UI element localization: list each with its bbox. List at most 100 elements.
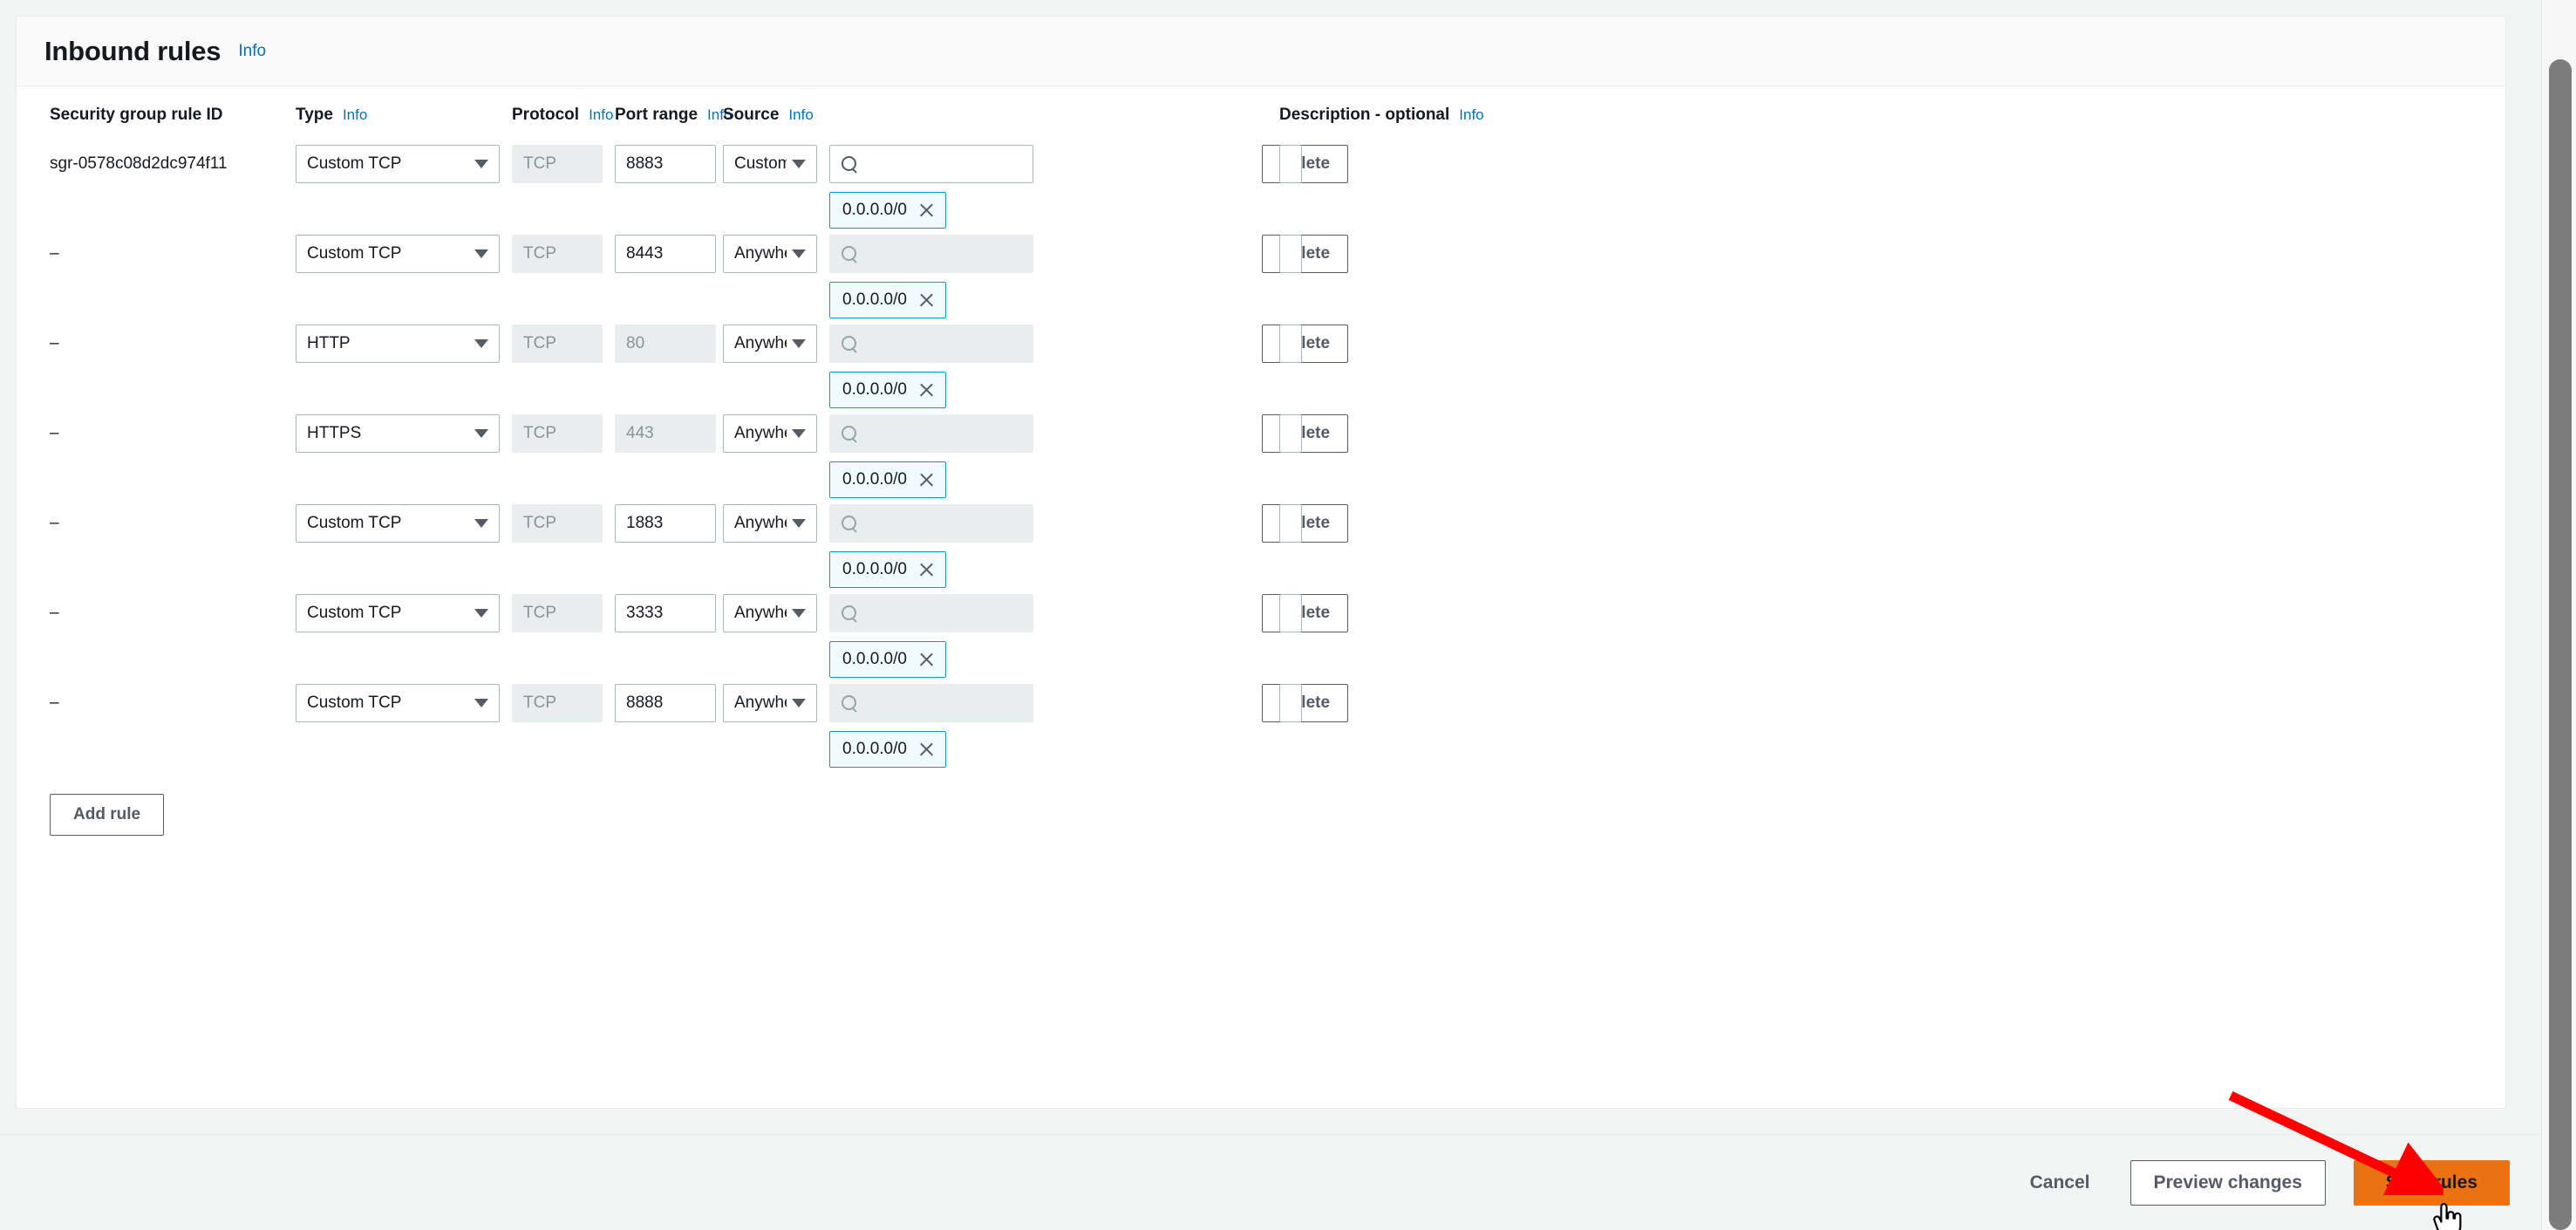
- cell-actions: Delete: [1262, 678, 2505, 722]
- close-icon[interactable]: [917, 471, 935, 489]
- delete-rule-button[interactable]: Delete: [1262, 594, 1349, 632]
- close-icon[interactable]: [917, 202, 935, 219]
- port-range-input[interactable]: 8443: [615, 235, 716, 273]
- cell-type: HTTP: [296, 318, 512, 363]
- search-icon: [841, 605, 859, 623]
- column-header-type: Type Info: [296, 106, 368, 124]
- source-token[interactable]: 0.0.0.0/0: [829, 731, 946, 768]
- description-input[interactable]: [1279, 414, 1302, 453]
- protocol-info-link[interactable]: Info: [589, 106, 613, 124]
- chevron-down-icon: [474, 519, 488, 528]
- description-input[interactable]: [1279, 145, 1302, 183]
- delete-rule-button[interactable]: Delete: [1262, 145, 1349, 183]
- type-select[interactable]: HTTP: [296, 325, 500, 363]
- type-select[interactable]: Custom TCP: [296, 504, 500, 543]
- source-search-input: [829, 414, 1033, 453]
- cell-type: Custom TCP: [296, 498, 512, 543]
- source-search-input: [829, 325, 1033, 363]
- cancel-button[interactable]: Cancel: [2018, 1164, 2102, 1202]
- chevron-down-icon: [792, 519, 806, 528]
- source-select-value: Anywher…: [734, 604, 787, 622]
- source-token[interactable]: 0.0.0.0/0: [829, 282, 946, 318]
- description-input[interactable]: [1279, 504, 1302, 543]
- search-icon: [841, 515, 859, 533]
- close-icon[interactable]: [917, 651, 935, 668]
- type-select[interactable]: HTTPS: [296, 414, 500, 453]
- source-select-value: Anywher…: [734, 424, 787, 442]
- cell-description: [1046, 408, 1302, 453]
- table-row: – Custom TCP TCP 1883 Anywher…: [50, 498, 2505, 588]
- delete-rule-button[interactable]: Delete: [1262, 325, 1349, 363]
- type-select-value: Custom TCP: [307, 694, 402, 712]
- scrollbar-thumb[interactable]: [2549, 59, 2572, 1230]
- close-icon[interactable]: [917, 381, 935, 399]
- close-icon[interactable]: [917, 741, 935, 758]
- chevron-down-icon: [474, 699, 488, 707]
- cell-protocol: TCP: [512, 229, 615, 273]
- source-token-row: 0.0.0.0/0: [829, 372, 1033, 408]
- type-select-value: Custom TCP: [307, 514, 402, 532]
- source-token[interactable]: 0.0.0.0/0: [829, 551, 946, 588]
- rule-id-value: –: [50, 604, 59, 622]
- source-select[interactable]: Anywher…: [723, 594, 817, 632]
- source-token[interactable]: 0.0.0.0/0: [829, 192, 946, 229]
- vertical-scrollbar[interactable]: [2541, 0, 2576, 1230]
- type-select[interactable]: Custom TCP: [296, 684, 500, 722]
- source-token[interactable]: 0.0.0.0/0: [829, 372, 946, 408]
- source-select[interactable]: Anywher…: [723, 235, 817, 273]
- close-icon[interactable]: [917, 291, 935, 309]
- panel-info-link[interactable]: Info: [238, 42, 266, 61]
- description-input[interactable]: [1279, 325, 1302, 363]
- add-rule-button[interactable]: Add rule: [50, 794, 165, 836]
- preview-changes-button[interactable]: Preview changes: [2130, 1159, 2326, 1206]
- port-range-input[interactable]: 1883: [615, 504, 716, 543]
- chevron-down-icon: [792, 249, 806, 258]
- cell-source-select: Custom: [723, 139, 829, 183]
- source-search-input[interactable]: [829, 145, 1033, 183]
- port-range-input: 80: [615, 325, 716, 363]
- delete-rule-button[interactable]: Delete: [1262, 235, 1349, 273]
- add-rule-container: Add rule: [17, 768, 2505, 836]
- source-token-label: 0.0.0.0/0: [842, 290, 907, 309]
- column-header-description: Description - optional Info: [1279, 106, 1484, 124]
- cell-type: Custom TCP: [296, 588, 512, 632]
- delete-rule-button[interactable]: Delete: [1262, 684, 1349, 722]
- description-input[interactable]: [1279, 594, 1302, 632]
- source-info-link[interactable]: Info: [788, 106, 813, 124]
- source-select[interactable]: Custom: [723, 145, 817, 183]
- source-select[interactable]: Anywher…: [723, 325, 817, 363]
- port-range-input[interactable]: 8888: [615, 684, 716, 722]
- search-icon: [841, 425, 859, 443]
- type-info-link[interactable]: Info: [343, 106, 367, 124]
- close-icon[interactable]: [917, 561, 935, 578]
- source-select[interactable]: Anywher…: [723, 414, 817, 453]
- type-select[interactable]: Custom TCP: [296, 145, 500, 183]
- port-range-value: 1883: [626, 514, 664, 532]
- cell-source-value: 0.0.0.0/0: [829, 229, 1046, 318]
- cell-rule-id: –: [50, 498, 296, 543]
- type-select-value: HTTPS: [307, 424, 362, 442]
- cell-description: [1046, 588, 1302, 632]
- port-range-input[interactable]: 8883: [615, 145, 716, 183]
- cell-source-value: 0.0.0.0/0: [829, 498, 1046, 588]
- delete-rule-button[interactable]: Delete: [1262, 504, 1349, 543]
- type-select[interactable]: Custom TCP: [296, 235, 500, 273]
- source-select[interactable]: Anywher…: [723, 684, 817, 722]
- cell-actions: Delete: [1262, 588, 2505, 632]
- save-rules-button[interactable]: Save rules: [2353, 1159, 2510, 1206]
- port-range-input[interactable]: 3333: [615, 594, 716, 632]
- cell-actions: Delete: [1262, 318, 2505, 363]
- delete-rule-button[interactable]: Delete: [1262, 414, 1349, 453]
- source-select-value: Anywher…: [734, 514, 787, 532]
- source-select[interactable]: Anywher…: [723, 504, 817, 543]
- type-select-value: HTTP: [307, 334, 351, 352]
- description-input[interactable]: [1279, 684, 1302, 722]
- protocol-field: TCP: [512, 594, 603, 632]
- type-select[interactable]: Custom TCP: [296, 594, 500, 632]
- source-token[interactable]: 0.0.0.0/0: [829, 461, 946, 498]
- description-input[interactable]: [1279, 235, 1302, 273]
- rule-id-value: –: [50, 334, 59, 352]
- cell-port-range: 8883: [615, 139, 723, 183]
- source-token[interactable]: 0.0.0.0/0: [829, 641, 946, 678]
- column-header-protocol: Protocol Info: [512, 106, 614, 124]
